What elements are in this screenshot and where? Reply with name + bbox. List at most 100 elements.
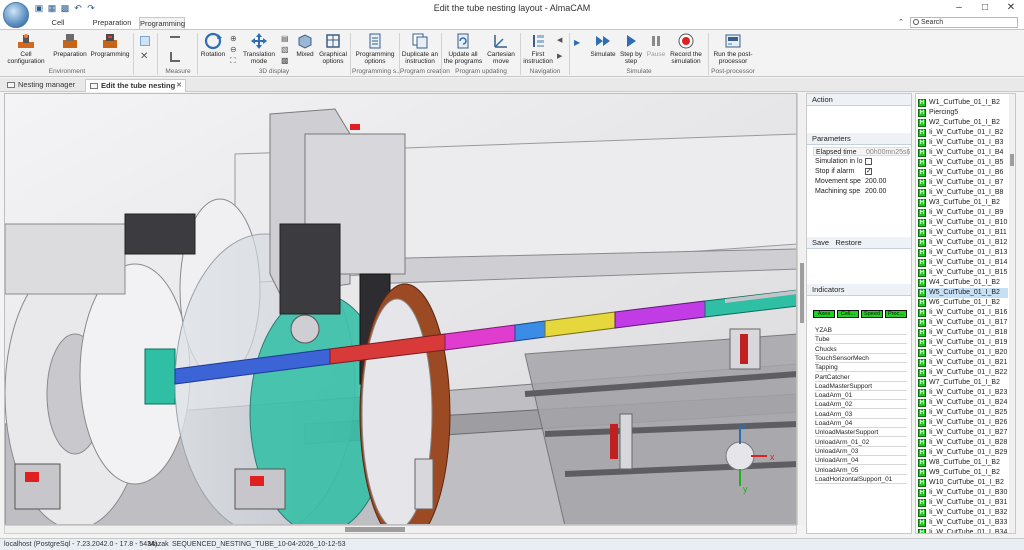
instruction-item[interactable]: H Ii_W_CutTube_01_I_B22 [918,368,1008,378]
preparation-button[interactable]: Preparation [52,32,88,58]
instruction-item[interactable]: H Ii_W_CutTube_01_I_B27 [918,428,1008,438]
instruction-item[interactable]: H Ii_W_CutTube_01_I_B16 [918,308,1008,318]
instruction-item[interactable]: H Ii_W_CutTube_01_I_B10 [918,218,1008,228]
instruction-item[interactable]: H Ii_W_CutTube_01_I_B31 [918,498,1008,508]
instruction-item[interactable]: H W6_CutTube_01_I_B2 [918,298,1008,308]
close-icon[interactable]: ✕ [998,1,1024,15]
measure-angle-icon[interactable] [170,52,180,62]
instruction-item[interactable]: H Ii_W_CutTube_01_I_B34 [918,528,1008,533]
simulation-loop-checkbox[interactable] [865,158,872,165]
scrollbar-thumb[interactable] [345,527,405,532]
record-simulation-button[interactable]: Record the simulation [668,32,704,65]
instruction-item[interactable]: H Ii_W_CutTube_01_I_B28 [918,438,1008,448]
view-iso-icon[interactable]: ▩ [281,56,291,66]
instruction-item[interactable]: H Ii_W_CutTube_01_I_B2 [918,128,1008,138]
pause-button[interactable]: Pause [645,32,667,58]
instruction-item[interactable]: H Ii_W_CutTube_01_I_B7 [918,178,1008,188]
measure-distance-icon[interactable] [170,36,180,46]
stop-if-alarm-checkbox[interactable]: ✓ [865,168,872,175]
instruction-item[interactable]: H W3_CutTube_01_I_B2 [918,198,1008,208]
instruction-item[interactable]: H Ii_W_CutTube_01_I_B26 [918,418,1008,428]
instruction-item[interactable]: H Ii_W_CutTube_01_I_B4 [918,148,1008,158]
indicator-axes-button[interactable]: Axes [813,310,835,318]
restore-button[interactable]: Restore [835,238,861,247]
tab-programming[interactable]: Programming [139,17,185,29]
cancel-selection-icon[interactable]: ✕ [140,52,150,62]
graphical-options-button[interactable]: Graphical options [318,32,348,65]
step-by-step-button[interactable]: Step by step [619,32,643,65]
instruction-item[interactable]: H Ii_W_CutTube_01_I_B6 [918,168,1008,178]
instruction-item[interactable]: H Piercing5 [918,108,1008,118]
instruction-item[interactable]: H Ii_W_CutTube_01_I_B20 [918,348,1008,358]
indicator-process-button[interactable]: Proc... [885,310,907,318]
instruction-item[interactable]: H Ii_W_CutTube_01_I_B8 [918,188,1008,198]
instruction-item[interactable]: H Ii_W_CutTube_01_I_B24 [918,398,1008,408]
tab-preparation[interactable]: Preparation [89,17,135,29]
instruction-item[interactable]: H Ii_W_CutTube_01_I_B18 [918,328,1008,338]
instruction-item[interactable]: H Ii_W_CutTube_01_I_B9 [918,208,1008,218]
select-pointer-icon[interactable] [140,36,150,46]
instruction-item[interactable]: H W4_CutTube_01_I_B2 [918,278,1008,288]
instruction-item[interactable]: H Ii_W_CutTube_01_I_B3 [918,138,1008,148]
translation-mode-button[interactable]: Translation mode [243,32,275,65]
indicator-cell-button[interactable]: Cell... [837,310,859,318]
simulate-options-icon[interactable]: ▶ [574,38,584,48]
instruction-item[interactable]: H Ii_W_CutTube_01_I_B13 [918,248,1008,258]
instruction-item[interactable]: H Ii_W_CutTube_01_I_B15 [918,268,1008,278]
instruction-item[interactable]: H W9_CutTube_01_I_B2 [918,468,1008,478]
viewport-vertical-scrollbar[interactable] [797,93,805,525]
instruction-item[interactable]: H W10_CutTube_01_I_B2 [918,478,1008,488]
instruction-item[interactable]: H W2_CutTube_01_I_B2 [918,118,1008,128]
next-instruction-icon[interactable]: ▶ [557,52,567,62]
zoom-in-icon[interactable]: ⊕ [230,34,240,44]
view-front-icon[interactable]: ▧ [281,45,291,55]
cartesian-move-button[interactable]: Cartesian move [485,32,517,65]
minimize-icon[interactable]: – [946,1,972,15]
instruction-item[interactable]: H Ii_W_CutTube_01_I_B23 [918,388,1008,398]
instruction-item[interactable]: H Ii_W_CutTube_01_I_B14 [918,258,1008,268]
movement-speed-input[interactable]: 200.00 [865,177,909,186]
instruction-item[interactable]: H W5_CutTube_01_I_B2 [918,288,1008,298]
indicators-header[interactable]: Indicators [807,284,911,296]
programming-button[interactable]: Programming [90,32,130,58]
machining-speed-input[interactable]: 200.00 [865,187,909,196]
zoom-fit-icon[interactable]: ⛶ [230,56,240,66]
instruction-item[interactable]: H Ii_W_CutTube_01_I_B5 [918,158,1008,168]
machine-3d-scene[interactable]: z x y [5,94,797,525]
instruction-item[interactable]: H Ii_W_CutTube_01_I_B17 [918,318,1008,328]
scrollbar-thumb[interactable] [1010,154,1014,166]
tab-cell-configuration[interactable]: Cell configuration [30,17,86,39]
update-all-programs-button[interactable]: Update all the programs [443,32,483,65]
instruction-item[interactable]: H W1_CutTube_01_I_B2 [918,98,1008,108]
view-top-icon[interactable]: ▤ [281,34,291,44]
mixed-render-button[interactable]: Mixed [294,32,316,58]
zoom-out-icon[interactable]: ⊖ [230,45,240,55]
instruction-item[interactable]: H Ii_W_CutTube_01_I_B12 [918,238,1008,248]
simulate-button[interactable]: Simulate [586,32,620,58]
rotation-button[interactable]: Rotation [200,32,226,58]
instruction-item[interactable]: H Ii_W_CutTube_01_I_B30 [918,488,1008,498]
instruction-item[interactable]: H Ii_W_CutTube_01_I_B19 [918,338,1008,348]
instruction-list-scrollbar[interactable] [1009,94,1015,533]
instruction-item[interactable]: H Ii_W_CutTube_01_I_B21 [918,358,1008,368]
run-post-processor-button[interactable]: Run the post-processor [710,32,756,65]
action-header[interactable]: Action [807,94,911,106]
app-logo-icon[interactable] [3,2,29,28]
instruction-item[interactable]: H W7_CutTube_01_I_B2 [918,378,1008,388]
3d-viewport[interactable]: z x y [4,93,797,525]
instruction-item[interactable]: H Ii_W_CutTube_01_I_B29 [918,448,1008,458]
close-tab-icon[interactable]: ✕ [176,80,182,92]
cell-configuration-button[interactable]: Cell configuration [4,32,48,65]
previous-instruction-icon[interactable]: ◀ [557,36,567,46]
first-instruction-button[interactable]: First instruction [522,32,554,65]
tab-edit-tube-nesting-layout[interactable]: Edit the tube nesting layout ✕ [85,79,186,102]
save-button[interactable]: Save [812,238,829,247]
duplicate-instruction-button[interactable]: Duplicate an instruction [400,32,440,65]
instruction-item[interactable]: H Ii_W_CutTube_01_I_B25 [918,408,1008,418]
parameters-header[interactable]: Parameters [807,133,911,145]
instruction-item[interactable]: H W8_CutTube_01_I_B2 [918,458,1008,468]
scrollbar-thumb[interactable] [800,263,804,323]
instruction-item[interactable]: H Ii_W_CutTube_01_I_B33 [918,518,1008,528]
maximize-icon[interactable]: □ [972,1,998,15]
programming-options-button[interactable]: Programming options [353,32,397,65]
